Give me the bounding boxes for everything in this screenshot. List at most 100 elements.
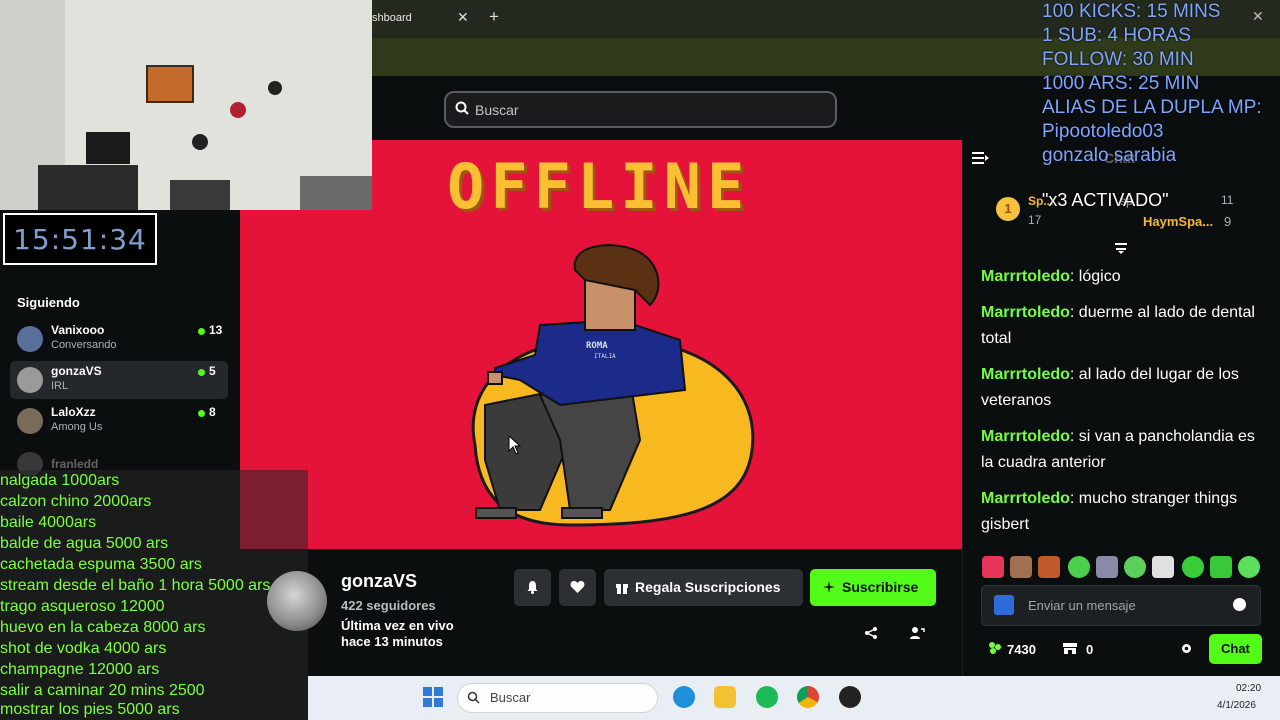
emote-icon[interactable] (1096, 556, 1118, 578)
window-close-icon[interactable]: ✕ (1252, 8, 1264, 25)
channel-name: gonzaVS (51, 364, 102, 378)
leaderboard-first-count: 17 (1028, 213, 1042, 227)
overlay-line: 1 SUB: 4 HORAS (1042, 25, 1191, 46)
price-item: trago asqueroso 12000 (0, 598, 165, 615)
notifications-button[interactable] (514, 569, 551, 606)
heart-icon (570, 581, 585, 593)
overlay-line: gonzalo sarabia (1042, 145, 1177, 166)
overlay-line: 100 KICKS: 15 MINS (1042, 1, 1221, 22)
channel-title[interactable]: gonzaVS (341, 571, 417, 592)
chat-username[interactable]: Marrrtoledo (981, 268, 1070, 285)
collapse-chat-icon[interactable] (972, 151, 990, 165)
edge-icon[interactable] (673, 686, 695, 708)
gift-subs-button[interactable]: Regala Suscripciones (604, 569, 803, 606)
new-tab-icon[interactable]: + (489, 7, 499, 27)
price-item: salir a caminar 20 mins 2500 (0, 682, 205, 699)
windows-taskbar (308, 676, 1280, 720)
channel-points-value: 7430 (1007, 642, 1036, 657)
emote-icon[interactable] (1182, 556, 1204, 578)
subscribe-label: Suscribirse (842, 579, 919, 595)
gift-subs-label: Regala Suscripciones (635, 579, 781, 595)
taskbar-search[interactable] (457, 683, 658, 713)
channel-category: Among Us (51, 421, 103, 433)
price-item: nalgada 1000ars (0, 472, 120, 489)
search-icon (455, 101, 469, 115)
emoji-icon[interactable] (1233, 598, 1246, 611)
follower-count: 422 seguidores (341, 598, 436, 613)
channel-points-icon[interactable] (988, 641, 1002, 655)
sidebar-item-laloxzz[interactable]: LaloXzz Among Us 8 (10, 402, 228, 440)
file-explorer-icon[interactable] (714, 686, 736, 708)
send-chat-label: Chat (1221, 641, 1250, 656)
price-item: stream desde el baño 1 hora 5000 ars (0, 577, 271, 594)
send-chat-button[interactable]: Chat (1209, 634, 1262, 664)
emote-icon[interactable] (1238, 556, 1260, 578)
avatar (17, 367, 43, 393)
viewer-count: 13 (209, 323, 223, 337)
taskbar-search-placeholder: Buscar (490, 690, 531, 705)
webcam-overlay (0, 0, 372, 210)
emote-icon[interactable] (982, 556, 1004, 578)
subscribe-button[interactable]: Suscribirse (810, 569, 936, 606)
price-item: calzon chino 2000ars (0, 493, 152, 510)
live-dot-icon (198, 328, 205, 335)
gift-icon (616, 584, 628, 594)
overlay-status: "x3 ACTIVADO" (1042, 190, 1169, 210)
emote-icon[interactable] (1152, 556, 1174, 578)
sidebar-item-gonzavs[interactable]: gonzaVS IRL 5 (10, 361, 228, 399)
store-icon[interactable] (1062, 641, 1078, 655)
clock-time: 15:51:34 (13, 223, 147, 256)
price-item: cachetada espuma 3500 ars (0, 556, 202, 573)
taskbar-time[interactable]: 02:20 (1236, 683, 1261, 694)
offline-title: OFFLINE (447, 150, 751, 223)
sidebar-item-vanixooo[interactable]: Vanixooo Conversando 13 (10, 320, 228, 358)
chrome-icon[interactable] (797, 686, 819, 708)
obs-icon[interactable] (839, 686, 861, 708)
chat-username[interactable]: Marrrtoledo (981, 428, 1070, 445)
chat-message: Marrrtoledo: mucho stranger things gisbe… (981, 486, 1266, 538)
last-live-label: Última vez en vivo (341, 618, 454, 633)
chat-message: Marrrtoledo: si van a pancholandia es la… (981, 424, 1266, 476)
channel-avatar[interactable] (267, 571, 327, 631)
badge-icon[interactable] (994, 595, 1014, 615)
live-dot-icon (198, 410, 205, 417)
chat-text: : lógico (1069, 268, 1121, 285)
follow-button[interactable] (559, 569, 596, 606)
avatar (17, 326, 43, 352)
share-icon[interactable] (864, 626, 878, 640)
chat-message: Marrrtoledo: lógico (981, 264, 1266, 290)
emote-icon[interactable] (1038, 556, 1060, 578)
avatar (17, 408, 43, 434)
channel-category: Conversando (51, 339, 117, 351)
overlay-line: ALIAS DE LA DUPLA MP: (1042, 97, 1262, 118)
search-icon (467, 691, 480, 704)
chat-username[interactable]: Marrrtoledo (981, 490, 1070, 507)
hoodie-subtext: ITALIA (594, 353, 616, 360)
price-item: baile 4000ars (0, 514, 97, 531)
price-item: mostrar los pies 5000 ars (0, 701, 180, 718)
price-item: huevo en la cabeza 8000 ars (0, 619, 206, 636)
viewer-count: 8 (209, 405, 216, 419)
browser-tab-title[interactable]: shboard (372, 12, 412, 24)
spotify-icon[interactable] (756, 686, 778, 708)
leaderboard-second-name[interactable]: HaymSpa... (1143, 214, 1213, 229)
last-live-time: hace 13 minutos (341, 634, 443, 649)
leaderboard-rank-badge: 1 (996, 197, 1020, 221)
chat-username[interactable]: Marrrtoledo (981, 366, 1070, 383)
overlay-line: 1000 ARS: 25 MIN (1042, 73, 1200, 94)
clock-overlay: 15:51:34 (3, 213, 157, 265)
mouse-cursor-icon (508, 435, 522, 455)
emote-icon[interactable] (1010, 556, 1032, 578)
tab-close-icon[interactable]: ✕ (457, 9, 469, 26)
gear-icon[interactable] (1180, 642, 1193, 655)
windows-start-icon[interactable] (423, 687, 443, 707)
emote-icon[interactable] (1210, 556, 1232, 578)
emote-icon[interactable] (1068, 556, 1090, 578)
leaderboard-second-count: 9 (1224, 214, 1232, 229)
search-placeholder: Buscar (475, 102, 519, 118)
user-settings-icon[interactable] (909, 626, 925, 640)
taskbar-date[interactable]: 4/1/2026 (1217, 700, 1256, 711)
chat-username[interactable]: Marrrtoledo (981, 304, 1070, 321)
pinned-toggle-icon[interactable] (1113, 241, 1129, 255)
emote-icon[interactable] (1124, 556, 1146, 578)
